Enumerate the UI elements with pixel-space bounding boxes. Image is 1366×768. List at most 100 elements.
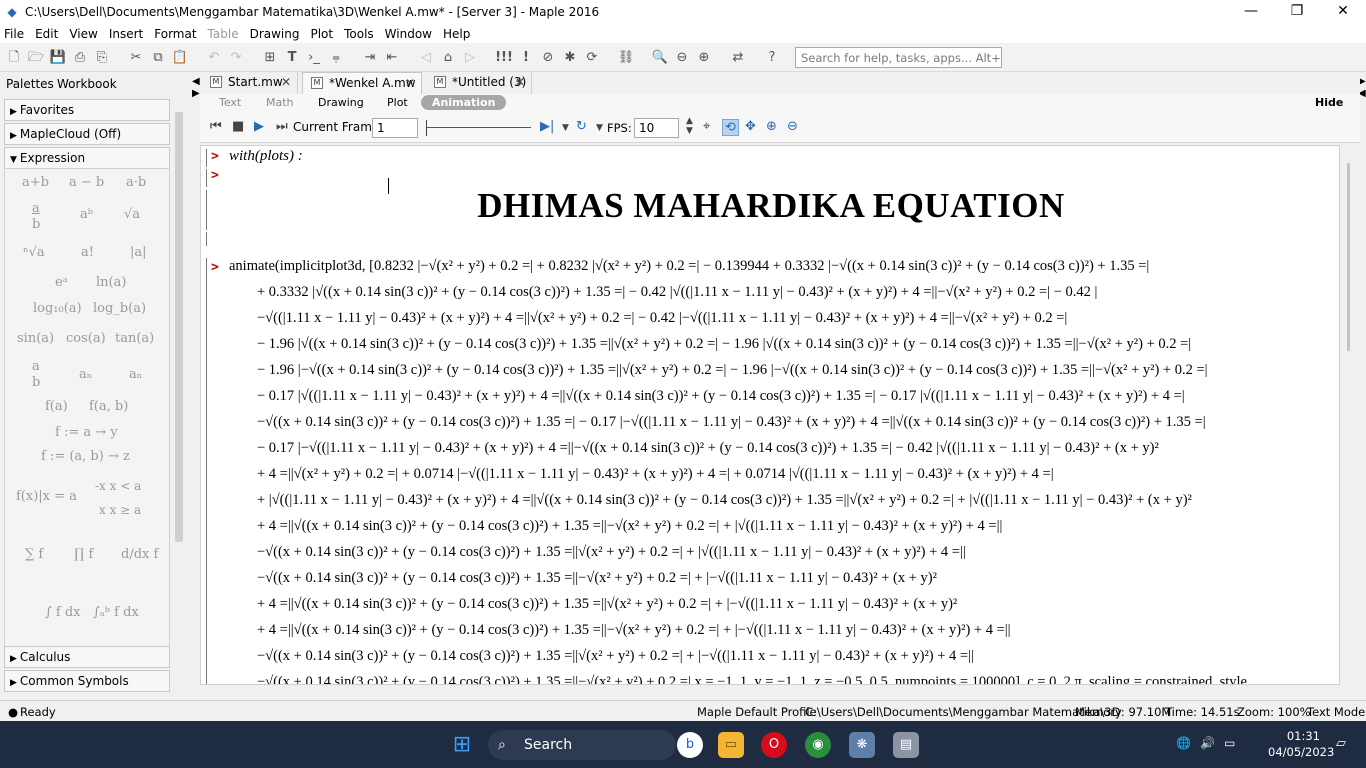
palette-binomial-top[interactable]: a	[32, 359, 40, 374]
direction-dropdown-icon[interactable]: ▼	[562, 123, 569, 133]
expression-line[interactable]: −√((x + 0.14 sin(3 c))² + (y − 0.14 cos(…	[257, 674, 1337, 684]
maple-taskbar-icon[interactable]: ❋	[849, 732, 875, 758]
tab-workbook[interactable]: Workbook	[57, 77, 117, 91]
expression-line[interactable]: + 4 =||√(x² + y²) + 0.2 =| + 0.0714 |−√(…	[257, 466, 1337, 483]
menu-file[interactable]: File	[4, 27, 24, 41]
palette-fraction-num[interactable]: a	[32, 201, 40, 216]
ctx-tab-text[interactable]: Text	[219, 96, 241, 109]
chrome-icon[interactable]: ◉	[805, 732, 831, 758]
menu-drawing[interactable]: Drawing	[250, 27, 300, 41]
collapse-left-icon[interactable]: ▶	[192, 88, 200, 99]
expression-line[interactable]: + 0.3332 |√((x + 0.14 sin(3 c))² + (y − …	[257, 284, 1337, 301]
palette-ln[interactable]: ln(a)	[96, 275, 126, 290]
close-button[interactable]: ✕	[1320, 0, 1366, 24]
expression-line[interactable]: animate(implicitplot3d, [0.8232 |−√(x² +…	[229, 258, 1309, 275]
stop-animation-icon[interactable]: ■	[232, 119, 244, 134]
menu-view[interactable]: View	[69, 27, 97, 41]
palette-binomial-bottom[interactable]: b	[32, 375, 40, 390]
palette-subscript-2[interactable]: aₙ	[129, 367, 142, 382]
palette-piecewise-1[interactable]: -x x < a	[95, 479, 141, 493]
palette-sqrt[interactable]: √a	[124, 207, 140, 222]
expression-line[interactable]: −√((x + 0.14 sin(3 c))² + (y − 0.14 cos(…	[257, 414, 1337, 431]
expression-line[interactable]: −√((|1.11 x − 1.11 y| − 0.43)² + (x + y)…	[257, 310, 1337, 327]
palette-a-minus-b[interactable]: a − b	[69, 175, 104, 190]
menu-plot[interactable]: Plot	[310, 27, 333, 41]
palette-nth-root[interactable]: ⁿ√a	[23, 245, 45, 260]
menu-help[interactable]: Help	[443, 27, 470, 41]
loop-icon[interactable]: ↻	[576, 119, 587, 134]
opera-icon[interactable]: O	[761, 732, 787, 758]
fps-input[interactable]: 10	[634, 118, 679, 138]
zoom-out-icon[interactable]: ⊖	[673, 50, 691, 66]
help-icon[interactable]: ?	[763, 50, 781, 66]
taskbar-search[interactable]: ⌕ Search	[488, 730, 676, 760]
print-preview-icon[interactable]: ⎘	[93, 50, 111, 66]
tab-palettes[interactable]: Palettes	[6, 77, 54, 91]
section-calculus[interactable]: ▶ Calculus	[4, 646, 170, 668]
print-icon[interactable]: ⎙	[71, 50, 89, 66]
close-tab-icon[interactable]: ✕	[405, 73, 415, 93]
worksheet[interactable]: > with(plots) : > DHIMAS MAHARDIKA EQUAT…	[200, 145, 1340, 685]
rotate-icon[interactable]: ⟲	[722, 119, 739, 136]
minimize-button[interactable]: —	[1228, 0, 1274, 24]
worksheet-scrollbar[interactable]	[1340, 145, 1358, 685]
expression-line[interactable]: −√((x + 0.14 sin(3 c))² + (y − 0.14 cos(…	[257, 570, 1337, 587]
forward-icon[interactable]: ▷	[461, 50, 479, 66]
expression-line[interactable]: + 4 =||√((x + 0.14 sin(3 c))² + (y − 0.1…	[257, 596, 1337, 613]
palette-eval[interactable]: f(x)|x = a	[16, 489, 77, 504]
execution-group-icon[interactable]: ⩦	[327, 50, 345, 66]
expression-line[interactable]: − 0.17 |−√((|1.11 x − 1.11 y| − 0.43)² +…	[257, 440, 1337, 457]
palette-definite-integral[interactable]: ∫ₐᵇ f dx	[93, 605, 139, 620]
section-maplecloud[interactable]: ▶ MapleCloud (Off)	[4, 123, 170, 145]
palette-tan[interactable]: tan(a)	[115, 331, 154, 346]
palette-logb[interactable]: log_b(a)	[93, 301, 146, 316]
palette-derivative[interactable]: d/dx f	[121, 547, 158, 562]
expression-line[interactable]: − 1.96 |√((x + 0.14 sin(3 c))² + (y − 0.…	[257, 336, 1337, 353]
next-frame-icon[interactable]: ⏭	[276, 119, 288, 134]
play-forward-icon[interactable]: ▶|	[540, 119, 554, 134]
ctx-tab-drawing[interactable]: Drawing	[318, 96, 364, 109]
menu-tools[interactable]: Tools	[344, 27, 374, 41]
news-widget-icon[interactable]: b	[677, 732, 703, 758]
save-icon[interactable]: 💾	[49, 50, 67, 66]
frame-slider-thumb[interactable]	[426, 120, 432, 136]
expression-line[interactable]: − 0.17 |√((|1.11 x − 1.11 y| − 0.43)² + …	[257, 388, 1337, 405]
palette-sum[interactable]: ∑ f	[25, 547, 43, 562]
paste-icon[interactable]: 📋	[171, 50, 189, 66]
target-icon[interactable]: ⌖	[703, 119, 710, 134]
back-icon[interactable]: ◁	[417, 50, 435, 66]
debug-icon[interactable]: ✱	[561, 50, 579, 66]
palette-log10[interactable]: log₁₀(a)	[33, 301, 82, 316]
expression-line[interactable]: − 1.96 |−√((x + 0.14 sin(3 c))² + (y − 0…	[257, 362, 1337, 379]
menu-table[interactable]: Table	[208, 27, 239, 41]
prompt-icon[interactable]: ›_	[305, 50, 323, 66]
section-favorites[interactable]: ▶ Favorites	[4, 99, 170, 121]
tab-wenkel-a[interactable]: M *Wenkel A.mw ✕	[302, 72, 422, 94]
switch-icon[interactable]: ⇄	[729, 50, 747, 66]
palette-function-ab[interactable]: f(a, b)	[89, 399, 128, 414]
expression-line[interactable]: + |√((|1.11 x − 1.11 y| − 0.43)² + (x + …	[257, 492, 1337, 509]
file-explorer-icon[interactable]: ▭	[718, 732, 744, 758]
maximize-button[interactable]: ❐	[1274, 0, 1320, 24]
pan-icon[interactable]: ✥	[745, 119, 756, 134]
cut-icon[interactable]: ✂	[127, 50, 145, 66]
hide-button[interactable]: Hide	[1315, 96, 1343, 109]
undo-icon[interactable]: ↶	[205, 50, 223, 66]
app-taskbar-icon[interactable]: ▤	[893, 732, 919, 758]
text-mode-icon[interactable]: T	[283, 50, 301, 66]
new-document-icon[interactable]: 🗋	[5, 50, 23, 66]
zoom-in-icon[interactable]: ⊕	[695, 50, 713, 66]
palette-exp[interactable]: eᵃ	[55, 275, 68, 290]
menu-edit[interactable]: Edit	[35, 27, 58, 41]
close-tab-icon[interactable]: ✕	[281, 72, 291, 92]
palette-function-a[interactable]: f(a)	[45, 399, 68, 414]
palette-sin[interactable]: sin(a)	[17, 331, 54, 346]
start-icon[interactable]: ⊞	[449, 732, 475, 758]
clock[interactable]: 01:31 04/05/2023	[1268, 728, 1334, 760]
battery-icon[interactable]: ▭	[1224, 736, 1235, 750]
current-frame-input[interactable]: 1	[372, 118, 418, 138]
zoom-in-plot-icon[interactable]: ⊕	[766, 119, 777, 134]
first-frame-icon[interactable]: ⏮	[210, 119, 222, 134]
restart-icon[interactable]: ⟳	[583, 50, 601, 66]
section-expression[interactable]: ▼ Expression	[4, 147, 170, 169]
